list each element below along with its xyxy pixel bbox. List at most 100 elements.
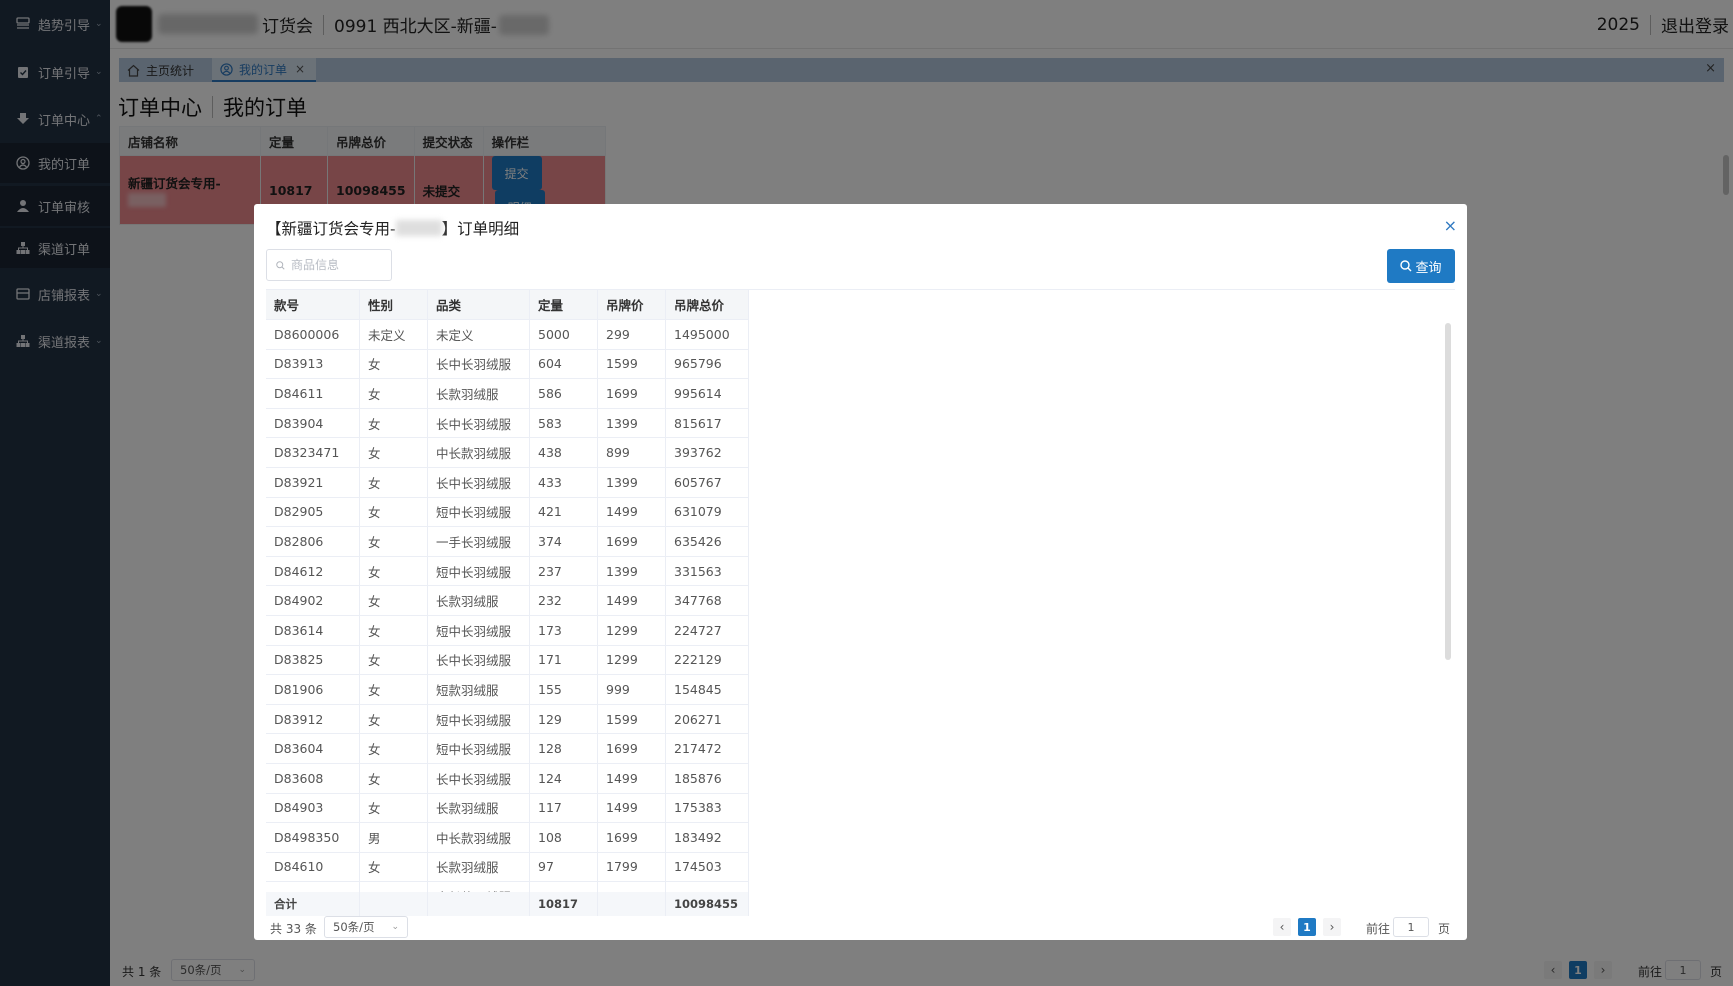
column-header: 定量 xyxy=(529,290,598,320)
qty-cell: 421 xyxy=(529,497,598,528)
style-no-cell: D83904 xyxy=(266,408,360,439)
qty-cell: 583 xyxy=(529,408,598,439)
qty-cell: 155 xyxy=(529,674,598,705)
style-no-cell: D83608 xyxy=(266,763,360,794)
category-cell: 未定义 xyxy=(427,319,530,350)
category-cell: 长款羽绒服 xyxy=(427,378,530,409)
gender-cell: 女 xyxy=(359,556,428,587)
query-button[interactable]: 查询 xyxy=(1387,249,1455,283)
summary-cell xyxy=(427,892,530,916)
price-cell: 1599 xyxy=(597,349,666,380)
price-cell: 1299 xyxy=(597,645,666,676)
dialog-title-suffix: 】订单明细 xyxy=(441,220,520,238)
goto-page-input[interactable] xyxy=(1393,917,1429,937)
chevron-down-icon: ⌄ xyxy=(391,922,399,932)
qty-cell: 128 xyxy=(529,733,598,764)
table-row: D83608 女长中长羽绒服 124 1499 185876 xyxy=(266,763,749,794)
gender-cell: 女 xyxy=(359,467,428,498)
query-label: 查询 xyxy=(1415,260,1442,276)
gender-cell: 女 xyxy=(359,852,428,883)
style-no-cell: D83921 xyxy=(266,467,360,498)
category-cell: 短中长羽绒服 xyxy=(427,733,530,764)
detail-grid: 款号 性别 品类 定量 吊牌价 吊牌总价 D8600006 未定义 未定义 5000 2… xyxy=(266,289,1455,916)
current-page[interactable]: 1 xyxy=(1298,918,1316,936)
qty-cell: 604 xyxy=(529,349,598,380)
price-cell: 899 xyxy=(597,437,666,468)
qty-cell: 5000 xyxy=(529,319,598,350)
table-row: D8498350 男中长款羽绒服 108 1699 183492 xyxy=(266,822,749,853)
gender-cell: 女 xyxy=(359,408,428,439)
column-header: 性别 xyxy=(359,290,428,320)
qty-cell: 108 xyxy=(529,822,598,853)
search-field[interactable] xyxy=(266,249,392,281)
total-price-cell: 174503 xyxy=(665,852,749,883)
close-icon[interactable]: × xyxy=(1444,216,1457,235)
price-cell: 1299 xyxy=(597,615,666,646)
prev-page-icon[interactable]: ‹ xyxy=(1273,918,1291,936)
price-cell: 1699 xyxy=(597,378,666,409)
price-cell: 1799 xyxy=(597,852,666,883)
gender-cell: 女 xyxy=(359,793,428,824)
price-cell: 1699 xyxy=(597,822,666,853)
table-row: D83921 女长中长羽绒服 433 1399 605767 xyxy=(266,467,749,498)
gender-cell: 女 xyxy=(359,674,428,705)
category-cell: 短中长羽绒服 xyxy=(427,497,530,528)
gender-cell: 女 xyxy=(359,615,428,646)
total-price-cell: 217472 xyxy=(665,733,749,764)
gender-cell: 女 xyxy=(359,437,428,468)
price-cell: 1499 xyxy=(597,763,666,794)
category-cell: 短中长羽绒服 xyxy=(427,704,530,735)
total-price-cell: 331563 xyxy=(665,556,749,587)
category-cell: 一手长羽绒服 xyxy=(427,526,530,557)
category-cell: 短中长羽绒服 xyxy=(427,615,530,646)
price-cell: 1599 xyxy=(597,704,666,735)
price-cell: 1399 xyxy=(597,556,666,587)
table-row: D83614 女短中长羽绒服 173 1299 224727 xyxy=(266,615,749,646)
style-no-cell: D82905 xyxy=(266,497,360,528)
table-row: D84902 女长款羽绒服 232 1499 347768 xyxy=(266,585,749,616)
grid-scrollbar[interactable] xyxy=(1445,323,1451,660)
search-input[interactable] xyxy=(289,257,391,273)
qty-cell: 129 xyxy=(529,704,598,735)
column-header: 吊牌总价 xyxy=(665,290,749,320)
qty-cell: 232 xyxy=(529,585,598,616)
price-cell: 1399 xyxy=(597,408,666,439)
price-cell: 999 xyxy=(597,674,666,705)
price-cell: 1499 xyxy=(597,793,666,824)
table-row: D84612 女短中长羽绒服 237 1399 331563 xyxy=(266,556,749,587)
price-cell: 1699 xyxy=(597,733,666,764)
qty-cell: 438 xyxy=(529,437,598,468)
style-no-cell: D8600006 xyxy=(266,319,360,350)
table-header-row: 款号 性别 品类 定量 吊牌价 吊牌总价 xyxy=(266,290,749,320)
gender-cell: 未定义 xyxy=(359,319,428,350)
style-no-cell: D83604 xyxy=(266,733,360,764)
qty-cell: 237 xyxy=(529,556,598,587)
page-size-select[interactable]: 50条/页 ⌄ xyxy=(324,916,408,938)
style-no-cell: D84610 xyxy=(266,852,360,883)
table-row: D83604 女短中长羽绒服 128 1699 217472 xyxy=(266,733,749,764)
gender-cell: 女 xyxy=(359,645,428,676)
style-no-cell: D83825 xyxy=(266,645,360,676)
category-cell: 长款羽绒服 xyxy=(427,585,530,616)
gender-cell: 女 xyxy=(359,378,428,409)
table-row: 合计 10817 10098455 xyxy=(266,892,749,916)
total-price-cell: 1495000 xyxy=(665,319,749,350)
qty-cell: 171 xyxy=(529,645,598,676)
search-icon xyxy=(276,260,285,270)
gender-cell: 女 xyxy=(359,497,428,528)
summary-row: 合计 10817 10098455 xyxy=(266,892,749,916)
total-price-cell: 347768 xyxy=(665,585,749,616)
next-page-icon[interactable]: › xyxy=(1323,918,1341,936)
search-icon xyxy=(1400,260,1412,272)
style-no-cell: D83614 xyxy=(266,615,360,646)
style-no-cell: D84903 xyxy=(266,793,360,824)
qty-cell: 173 xyxy=(529,615,598,646)
category-cell: 短中长羽绒服 xyxy=(427,556,530,587)
style-no-cell: D82806 xyxy=(266,526,360,557)
total-price-cell: 185876 xyxy=(665,763,749,794)
dialog-title: 【新疆订货会专用- 】订单明细 xyxy=(266,217,519,239)
table-row: D8600006 未定义 未定义 5000 299 1495000 xyxy=(266,319,749,350)
summary-qty: 10817 xyxy=(529,892,598,916)
style-no-cell: D8323471 xyxy=(266,437,360,468)
order-detail-dialog: 【新疆订货会专用- 】订单明细 × 查询 款号 性别 品类 定量 吊牌价 吊牌总… xyxy=(254,204,1467,940)
